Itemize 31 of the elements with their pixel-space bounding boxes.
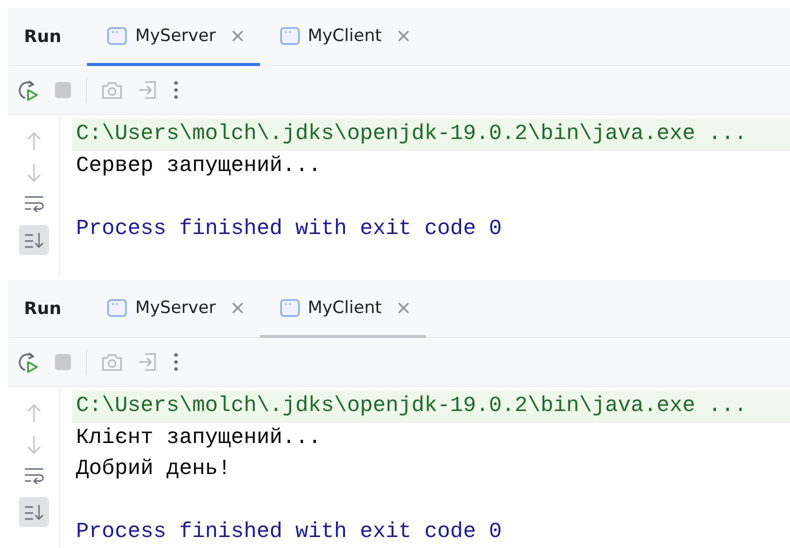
more-icon[interactable] [173, 352, 179, 372]
output-line: Клієнт запущений... [75, 424, 322, 452]
output-line: Сервер запущений... [75, 152, 322, 180]
exit-message: Process finished with exit code 0 [75, 216, 503, 242]
stop-icon[interactable] [54, 81, 72, 99]
scroll-to-end-icon[interactable] [24, 231, 44, 249]
window-icon [280, 298, 300, 316]
run-tab[interactable]: MyServer × [87, 280, 260, 338]
exit-arrow-icon[interactable] [137, 351, 159, 373]
stop-icon[interactable] [54, 353, 72, 371]
panel-title: Run [24, 298, 62, 318]
output-line: Добрий день! [75, 456, 232, 483]
soft-wrap-icon[interactable] [24, 195, 44, 213]
camera-icon[interactable] [101, 352, 123, 372]
window-icon [107, 26, 128, 44]
more-icon[interactable] [173, 80, 179, 100]
scroll-to-end-icon[interactable] [24, 503, 44, 521]
window-icon [107, 298, 128, 316]
down-arrow-icon[interactable] [26, 435, 42, 455]
panel-title: Run [24, 26, 62, 46]
camera-icon[interactable] [101, 80, 123, 100]
exit-message: Process finished with exit code 0 [75, 519, 503, 546]
rerun-icon[interactable] [16, 78, 40, 102]
rerun-icon[interactable] [16, 350, 40, 374]
up-arrow-icon[interactable] [26, 131, 42, 151]
exit-arrow-icon[interactable] [137, 79, 159, 101]
soft-wrap-icon[interactable] [24, 467, 44, 485]
up-arrow-icon[interactable] [26, 403, 42, 423]
run-tab[interactable]: MyClient × [260, 8, 426, 66]
down-arrow-icon[interactable] [26, 163, 42, 183]
window-icon [280, 26, 300, 44]
